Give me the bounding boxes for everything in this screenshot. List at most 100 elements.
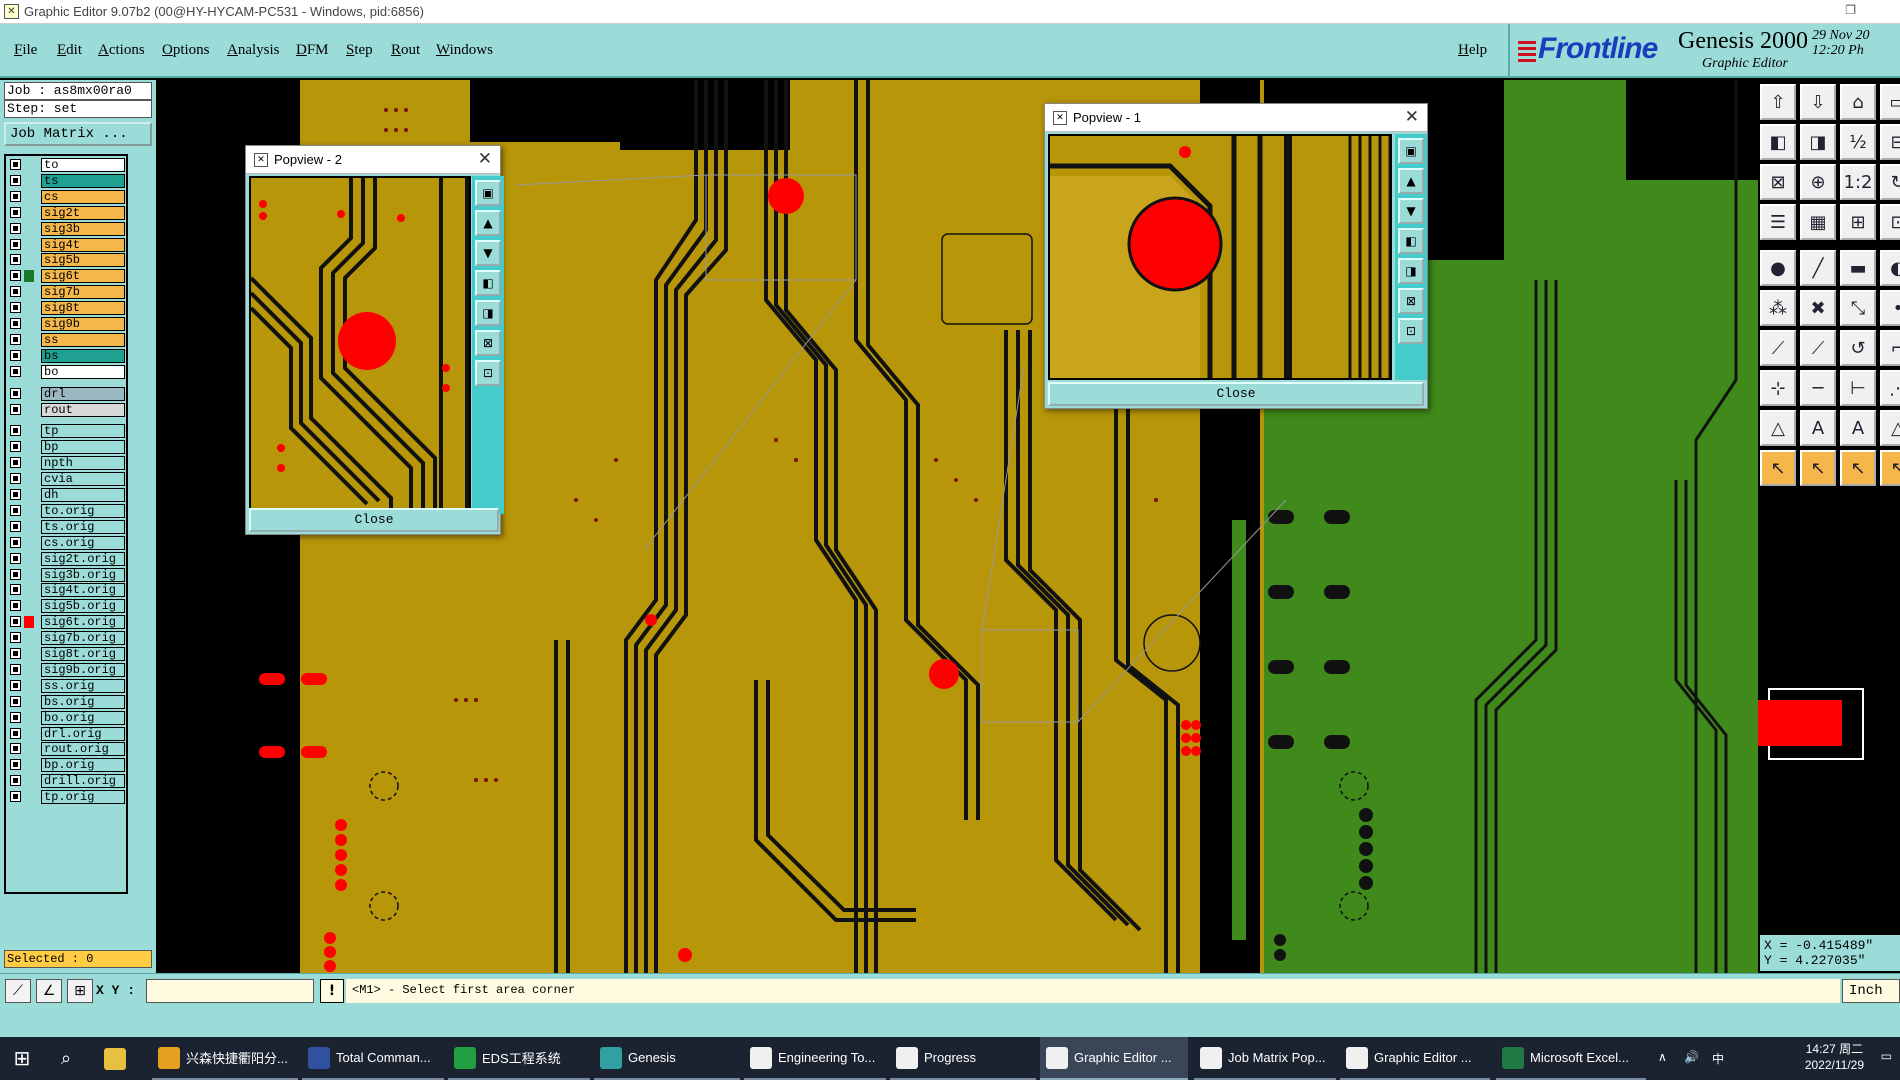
layer-name[interactable]: cs.orig — [41, 535, 125, 550]
layer-row[interactable]: ss.orig — [8, 678, 126, 693]
tool-triangle-icon[interactable]: △ — [1760, 410, 1796, 446]
layer-name[interactable]: bo — [41, 364, 125, 379]
zoom-fit-icon[interactable]: ▣ — [1398, 138, 1424, 164]
layer-name[interactable]: sig7b — [41, 285, 125, 300]
layer-checkbox[interactable] — [10, 489, 21, 500]
tool-text-edit-icon[interactable]: A — [1840, 410, 1876, 446]
menu-step[interactable]: Step — [346, 42, 373, 59]
tool-home-icon[interactable]: ⌂ — [1840, 84, 1876, 120]
restore-icon[interactable]: ❐ — [1845, 3, 1856, 17]
layer-name[interactable]: ss — [41, 332, 125, 347]
layer-name[interactable]: ts — [41, 173, 125, 188]
popview-1-close-button[interactable]: Close — [1048, 382, 1424, 406]
layer-name[interactable]: rout — [41, 402, 125, 417]
layer-row[interactable]: sig6t.orig — [8, 615, 126, 630]
layer-checkbox[interactable] — [10, 254, 21, 266]
job-matrix-button[interactable]: Job Matrix ... — [4, 122, 152, 146]
tool-pointer-icon[interactable]: ↖ — [1760, 450, 1796, 486]
layer-checkbox[interactable] — [10, 270, 21, 282]
tool-pad-icon[interactable]: ● — [1760, 250, 1796, 286]
layer-name[interactable]: bs — [41, 348, 125, 363]
layer-row[interactable]: sig8t.orig — [8, 647, 126, 661]
menu-dfm[interactable]: DFM — [296, 42, 329, 59]
taskbar-item[interactable]: 兴森快捷衢阳分... — [152, 1037, 298, 1080]
tool-filter-icon[interactable]: ⊡ — [1880, 204, 1900, 240]
clock[interactable]: 14:27 周二 2022/11/29 — [1805, 1041, 1864, 1073]
layer-checkbox[interactable] — [10, 775, 21, 787]
zoom-fit-icon[interactable]: ▣ — [475, 180, 501, 206]
layer-row[interactable]: ts.orig — [8, 519, 126, 534]
layer-row[interactable]: sig9b.orig — [8, 662, 126, 677]
graphic-canvas[interactable]: ✕ Popview - 2 ✕ ▣ ▲ ▼ ◧ ◨ ⊠ ⊡ Close ✕ Po… — [156, 80, 1758, 973]
menu-analysis[interactable]: Analysis — [227, 42, 280, 59]
tool-ratio-icon[interactable]: 1:2 — [1840, 164, 1876, 200]
zoom-home-icon[interactable]: ⊠ — [1398, 288, 1424, 314]
layer-checkbox[interactable] — [10, 174, 21, 186]
layer-row[interactable]: bp.orig — [8, 758, 126, 773]
layer-row[interactable]: bp — [8, 440, 126, 455]
layer-checkbox[interactable] — [10, 504, 21, 516]
layer-name[interactable]: sig7b.orig — [41, 631, 125, 646]
zoom-out-icon[interactable]: ▼ — [475, 240, 501, 266]
tool-zoom-out-icon[interactable]: ⇩ — [1800, 84, 1836, 120]
layer-checkbox[interactable] — [10, 520, 21, 532]
layer-checkbox[interactable] — [10, 473, 21, 485]
layer-name[interactable]: to — [41, 158, 125, 172]
layer-name[interactable]: drl.orig — [41, 726, 125, 741]
tool-grid-icon[interactable]: ▦ — [1800, 204, 1836, 240]
layer-row[interactable]: sig7b — [8, 285, 126, 300]
layer-name[interactable]: tp.orig — [41, 790, 125, 805]
layer-name[interactable]: bo.orig — [41, 710, 125, 725]
layer-checkbox[interactable] — [10, 791, 21, 803]
taskbar-item[interactable]: Total Comman... — [302, 1037, 444, 1080]
layer-name[interactable]: bs.orig — [41, 694, 125, 709]
layer-name[interactable]: drl — [41, 386, 125, 401]
layer-name[interactable]: sig2t — [41, 205, 125, 220]
menu-options[interactable]: Options — [162, 42, 210, 59]
layer-row[interactable]: cs — [8, 189, 126, 204]
menu-windows[interactable]: Windows — [436, 42, 493, 59]
tool-redraw-icon[interactable]: ↻ — [1880, 164, 1900, 200]
layer-name[interactable]: sig6t.orig — [41, 615, 125, 630]
menu-rout[interactable]: Rout — [391, 42, 420, 59]
tool-circle-icon[interactable]: ◐ — [1880, 250, 1900, 286]
popview-2-titlebar[interactable]: ✕ Popview - 2 ✕ — [246, 146, 500, 174]
layer-row[interactable]: ts — [8, 173, 126, 188]
layer-name[interactable]: sig4t — [41, 237, 125, 252]
layer-checkbox[interactable] — [10, 568, 21, 580]
layer-row[interactable]: drill.orig — [8, 774, 126, 789]
tool-node-icon[interactable]: • — [1880, 290, 1900, 326]
layer-checkbox[interactable] — [10, 743, 21, 755]
popview-2-close-button[interactable]: Close — [249, 508, 499, 532]
layer-name[interactable]: sig3b — [41, 221, 125, 236]
layer-row[interactable]: drl — [8, 386, 126, 401]
taskbar-item[interactable]: Engineering To... — [744, 1037, 886, 1080]
layer-name[interactable]: dh — [41, 488, 125, 502]
layer-row[interactable]: sig5b.orig — [8, 599, 126, 614]
popview-1-titlebar[interactable]: ✕ Popview - 1 ✕ — [1045, 104, 1427, 132]
layer-row[interactable]: sig3b — [8, 221, 126, 236]
layer-checkbox[interactable] — [10, 286, 21, 298]
pan-left-icon[interactable]: ◧ — [1398, 228, 1424, 254]
taskbar-item[interactable]: Graphic Editor ... — [1040, 1037, 1188, 1080]
speaker-icon[interactable]: 🔊 — [1684, 1050, 1699, 1064]
layer-checkbox[interactable] — [10, 441, 21, 453]
tool-pointer-select-icon[interactable]: ↖ — [1800, 450, 1836, 486]
layer-row[interactable]: drl.orig — [8, 726, 126, 741]
taskbar-item[interactable]: Genesis — [594, 1037, 740, 1080]
layer-name[interactable]: sig8t — [41, 301, 125, 316]
tool-mirror-icon[interactable]: ⊟ — [1880, 124, 1900, 160]
layer-checkbox[interactable] — [10, 318, 21, 329]
tool-pan-right-icon[interactable]: ◨ — [1800, 124, 1836, 160]
layer-checkbox[interactable] — [10, 632, 21, 644]
tool-fit-icon[interactable]: ⊠ — [1760, 164, 1796, 200]
layer-name[interactable]: ss.orig — [41, 678, 125, 693]
tool-move-icon[interactable]: ⊹ — [1760, 370, 1796, 406]
layer-row[interactable]: bs.orig — [8, 694, 126, 709]
menu-actions[interactable]: Actions — [98, 42, 145, 59]
layer-name[interactable]: sig9b — [41, 317, 125, 331]
layer-row[interactable]: tp.orig — [8, 790, 126, 805]
tool-view-icon[interactable]: ▭ — [1880, 84, 1900, 120]
notification-icon[interactable]: ▭ — [1881, 1049, 1892, 1063]
tool-route-icon[interactable]: ⤡ — [1840, 290, 1876, 326]
